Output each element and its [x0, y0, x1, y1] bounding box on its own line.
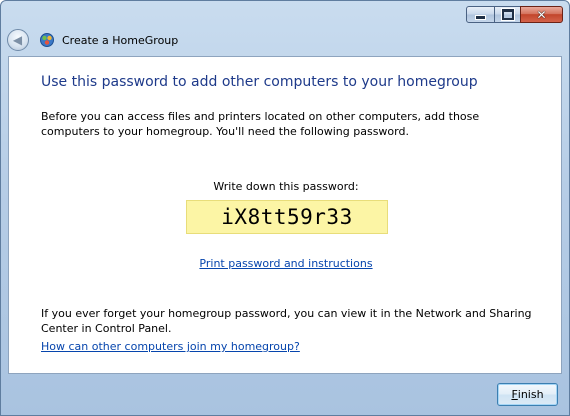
password-label: Write down this password: [213, 180, 359, 193]
homegroup-icon [40, 33, 54, 47]
close-button[interactable]: ✕ [520, 6, 563, 23]
wizard-title: Create a HomeGroup [62, 33, 179, 47]
forgot-password-text: If you ever forget your homegroup passwo… [41, 307, 532, 335]
back-arrow-icon: ◀ [12, 33, 23, 47]
print-password-link[interactable]: Print password and instructions [199, 257, 372, 270]
maximize-icon [500, 8, 515, 21]
homegroup-wizard-window: ✕ ◀ Create a HomeGroup Use this password… [0, 0, 570, 416]
intro-text: Before you can access files and printers… [41, 110, 480, 138]
caption-buttons: ✕ [466, 6, 563, 23]
maximize-button[interactable] [494, 6, 521, 23]
minimize-icon [475, 15, 486, 20]
join-homegroup-help-link[interactable]: How can other computers join my homegrou… [41, 340, 300, 353]
password-display: iX8tt59r33 [186, 200, 388, 234]
print-password-link-row: Print password and instructions [9, 257, 563, 270]
close-icon: ✕ [536, 7, 547, 22]
wizard-content-panel: Use this password to add other computers… [8, 56, 562, 374]
finish-label: inish [517, 388, 544, 401]
finish-button[interactable]: Finish [497, 383, 558, 406]
wizard-nav-row: ◀ Create a HomeGroup [7, 27, 178, 53]
minimize-button[interactable] [466, 6, 495, 23]
page-heading: Use this password to add other computers… [41, 74, 478, 90]
back-button[interactable]: ◀ [7, 29, 29, 51]
